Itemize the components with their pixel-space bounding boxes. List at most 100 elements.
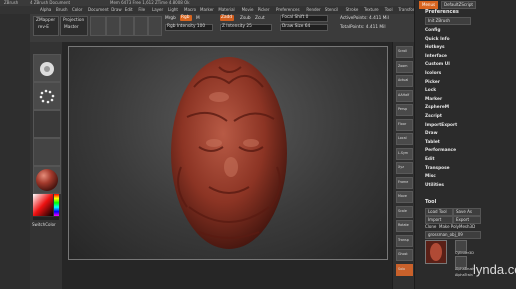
quicksave-script[interactable]: DefaultZScript: [441, 1, 476, 9]
tray-move-button[interactable]: Move: [396, 191, 413, 203]
pref-item-misc[interactable]: Misc: [425, 174, 436, 179]
pref-item-icolors[interactable]: Icolors: [425, 71, 441, 76]
menu-item-layer[interactable]: Layer: [152, 7, 163, 12]
tray-xyz-button[interactable]: Xyz: [396, 162, 413, 174]
menu-item-marker[interactable]: Marker: [200, 7, 214, 12]
load-tool-button[interactable]: Load Tool: [425, 208, 453, 216]
menu-item-picker[interactable]: Picker: [258, 7, 270, 12]
zadd-toggle[interactable]: Zadd: [220, 15, 234, 21]
rgb-intensity-slider[interactable]: Rgb Intensity 100: [165, 24, 213, 31]
import-button[interactable]: Import: [425, 216, 453, 224]
pref-item-picker[interactable]: Picker: [425, 80, 440, 85]
pref-item-quick-info[interactable]: Quick Info: [425, 37, 450, 42]
draw-button[interactable]: [106, 16, 120, 36]
tray-scale-button[interactable]: Scale: [396, 205, 413, 218]
tray-persp-button[interactable]: Persp: [396, 104, 413, 116]
save-as-button[interactable]: Save As: [453, 208, 481, 216]
pref-item-custom-ui[interactable]: Custom UI: [425, 62, 450, 67]
rgb-toggle[interactable]: Rgb: [180, 15, 192, 21]
current-tool-thumbnail[interactable]: [425, 240, 447, 264]
menu-item-macro[interactable]: Macro: [184, 7, 196, 12]
tray-lsym-button[interactable]: L.Sym: [396, 147, 413, 160]
pref-item-hotkeys[interactable]: Hotkeys: [425, 45, 445, 50]
pref-item-edit[interactable]: Edit: [425, 157, 435, 162]
tray-scroll-button[interactable]: Scroll: [396, 46, 413, 58]
make-polymesh-button[interactable]: Make PolyMesh3D: [439, 224, 475, 229]
menu-item-light[interactable]: Light: [168, 7, 178, 12]
current-tool-name[interactable]: grossman_obj_09: [425, 231, 481, 239]
brush-thumbnail[interactable]: [33, 54, 61, 82]
tray-zoom-button[interactable]: Zoom: [396, 60, 413, 73]
pref-item-config[interactable]: Config: [425, 28, 440, 33]
menu-item-alpha[interactable]: Alpha: [40, 7, 51, 12]
watermark-logo: lynda.com: [473, 262, 516, 277]
projection-master-button[interactable]: Projection Master: [60, 16, 88, 36]
pref-item-performance[interactable]: Performance: [425, 148, 456, 153]
menu-item-file[interactable]: File: [138, 7, 145, 12]
menu-item-brush[interactable]: Brush: [56, 7, 68, 12]
pref-item-marker[interactable]: Marker: [425, 97, 442, 102]
pref-item-tablet[interactable]: Tablet: [425, 140, 440, 145]
pref-item-lock[interactable]: Lock: [425, 88, 436, 93]
menu-item-tool[interactable]: Tool: [385, 7, 393, 12]
subtool-alphabrush-label: AlphaBrush: [455, 267, 475, 271]
preferences-title[interactable]: Preferences: [425, 9, 459, 15]
tray-solo-button[interactable]: Solo: [396, 263, 413, 276]
tray-actual-button[interactable]: Actual: [396, 75, 413, 87]
menu-item-texture[interactable]: Texture: [364, 7, 379, 12]
switch-color-label[interactable]: SwitchColor: [32, 222, 56, 227]
material-thumbnail[interactable]: [33, 166, 61, 194]
projection-sub: Master: [64, 25, 79, 30]
app-name: ZBrush: [4, 0, 19, 5]
zcut-toggle[interactable]: Zcut: [255, 16, 265, 21]
clone-button[interactable]: Clone: [425, 224, 436, 229]
menu-item-movie[interactable]: Movie: [242, 7, 254, 12]
document-canvas[interactable]: [68, 46, 388, 260]
alpha-thumbnail[interactable]: [33, 110, 61, 138]
zsub-toggle[interactable]: Zsub: [240, 16, 251, 21]
zadd-label: Zadd: [221, 15, 233, 20]
export-button[interactable]: Export: [453, 216, 481, 224]
mrgb-toggle[interactable]: Mrgb: [165, 16, 176, 21]
menus-button[interactable]: Menus: [419, 1, 439, 9]
tray-rotate-button[interactable]: Rotate: [396, 220, 413, 232]
menu-item-stroke[interactable]: Stroke: [346, 7, 359, 12]
tray-label: Scale: [398, 208, 407, 213]
left-tray: SwitchColor: [30, 42, 63, 289]
pref-item-draw[interactable]: Draw: [425, 131, 438, 136]
move-button[interactable]: [120, 16, 134, 36]
rotate-button[interactable]: [148, 16, 162, 36]
menu-item-render[interactable]: Render: [306, 7, 320, 12]
tray-aahalf-button[interactable]: AAHalf: [396, 89, 413, 102]
tray-frame-button[interactable]: Frame: [396, 176, 413, 189]
menu-item-edit[interactable]: Edit: [125, 7, 133, 12]
tray-floor-button[interactable]: Floor: [396, 118, 413, 131]
zmapper-button[interactable]: ZMapper rev-E: [33, 16, 59, 36]
pref-item-zscript[interactable]: Zscript: [425, 114, 442, 119]
texture-thumbnail[interactable]: [33, 138, 61, 166]
pref-item-transpose[interactable]: Transpose: [425, 166, 450, 171]
m-toggle[interactable]: M: [196, 16, 200, 21]
pref-item-zspherem[interactable]: ZsphereM: [425, 105, 449, 110]
scale-button[interactable]: [134, 16, 148, 36]
menu-item-document[interactable]: Document: [88, 7, 109, 12]
tray-transp-button[interactable]: Transp: [396, 234, 413, 247]
color-picker[interactable]: [33, 194, 59, 220]
pref-item-importexport[interactable]: ImportExport: [425, 123, 457, 128]
z-intensity-slider[interactable]: Z Intensity 25: [220, 24, 272, 31]
menu-item-material[interactable]: Material: [218, 7, 234, 12]
menu-item-stencil[interactable]: Stencil: [325, 7, 339, 12]
menu-item-preferences[interactable]: Preferences: [276, 7, 300, 12]
menu-item-color[interactable]: Color: [72, 7, 82, 12]
tray-ghost-button[interactable]: Ghost: [396, 249, 413, 261]
pref-item-interface[interactable]: Interface: [425, 54, 447, 59]
pref-item-utilities[interactable]: Utilities: [425, 183, 444, 188]
tray-local-button[interactable]: Local: [396, 133, 413, 145]
draw-size-slider[interactable]: Draw Size 64: [280, 24, 328, 31]
stroke-thumbnail[interactable]: [33, 82, 61, 110]
init-zbrush-button[interactable]: Init ZBrush: [425, 17, 471, 25]
edit-button[interactable]: [90, 16, 106, 36]
focal-shift-slider[interactable]: Focal Shift 0: [280, 15, 328, 22]
menu-item-draw[interactable]: Draw: [111, 7, 121, 12]
tool-title[interactable]: Tool: [425, 199, 436, 205]
